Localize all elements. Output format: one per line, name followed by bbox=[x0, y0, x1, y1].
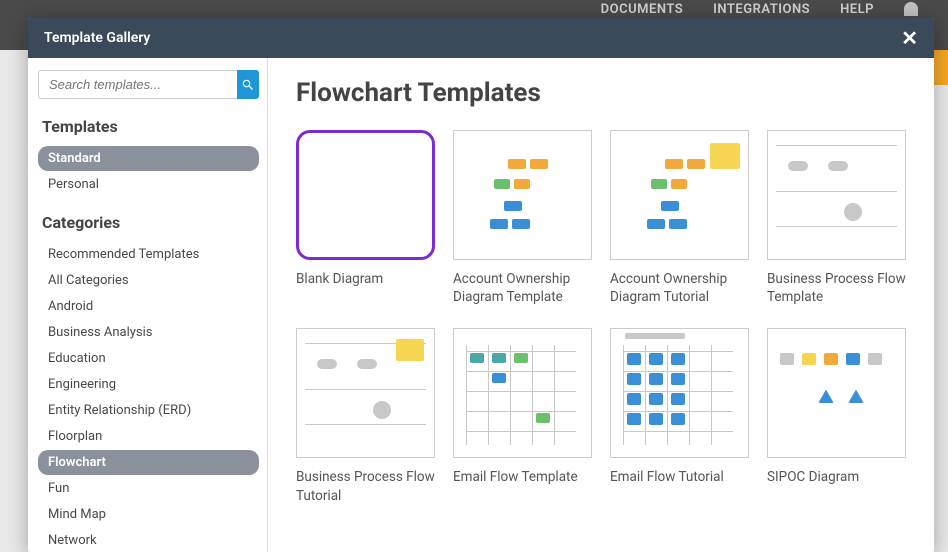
templates-heading: Templates bbox=[42, 117, 259, 136]
template-thumbnail bbox=[296, 130, 435, 260]
template-thumbnail bbox=[767, 130, 906, 260]
category-business-analysis[interactable]: Business Analysis bbox=[38, 320, 259, 345]
modal-title: Template Gallery bbox=[44, 30, 150, 46]
category-list: Recommended TemplatesAll CategoriesAndro… bbox=[38, 242, 259, 552]
categories-heading: Categories bbox=[42, 213, 259, 232]
template-gallery-modal: Template Gallery ✕ Templates StandardPer… bbox=[28, 18, 934, 552]
category-fun[interactable]: Fun bbox=[38, 476, 259, 501]
template-label: Email Flow Template bbox=[453, 468, 592, 486]
template-card-sipoc-diagram[interactable]: SIPOC Diagram bbox=[767, 328, 906, 504]
template-thumbnail bbox=[453, 328, 592, 458]
modal-header: Template Gallery ✕ bbox=[28, 18, 934, 58]
template-label: Blank Diagram bbox=[296, 270, 435, 288]
modal-body: Templates StandardPersonal Categories Re… bbox=[28, 58, 934, 552]
template-type-list: StandardPersonal bbox=[38, 146, 259, 197]
search-button[interactable] bbox=[237, 70, 259, 99]
category-android[interactable]: Android bbox=[38, 294, 259, 319]
close-icon[interactable]: ✕ bbox=[901, 28, 918, 48]
app-nav: DOCUMENTS INTEGRATIONS HELP bbox=[601, 0, 918, 18]
template-card-account-ownership-diagram-template[interactable]: Account Ownership Diagram Template bbox=[453, 130, 592, 306]
template-thumbnail bbox=[767, 328, 906, 458]
category-entity-relationship-erd-[interactable]: Entity Relationship (ERD) bbox=[38, 398, 259, 423]
template-label: Email Flow Tutorial bbox=[610, 468, 749, 486]
category-education[interactable]: Education bbox=[38, 346, 259, 371]
template-card-business-process-flow-template[interactable]: Business Process Flow Template bbox=[767, 130, 906, 306]
nav-documents[interactable]: DOCUMENTS bbox=[601, 2, 684, 17]
category-recommended-templates[interactable]: Recommended Templates bbox=[38, 242, 259, 267]
template-thumbnail bbox=[296, 328, 435, 458]
template-label: SIPOC Diagram bbox=[767, 468, 906, 486]
template-grid: Blank Diagram Account Ownership Diagram T… bbox=[296, 130, 906, 505]
nav-help[interactable]: HELP bbox=[840, 2, 874, 17]
category-all-categories[interactable]: All Categories bbox=[38, 268, 259, 293]
category-engineering[interactable]: Engineering bbox=[38, 372, 259, 397]
template-label: Account Ownership Diagram Template bbox=[453, 270, 592, 306]
category-mind-map[interactable]: Mind Map bbox=[38, 502, 259, 527]
template-card-email-flow-template[interactable]: Email Flow Template bbox=[453, 328, 592, 504]
search-wrap bbox=[38, 70, 259, 99]
template-card-blank-diagram[interactable]: Blank Diagram bbox=[296, 130, 435, 306]
template-label: Business Process Flow Template bbox=[767, 270, 906, 306]
template-card-account-ownership-diagram-tutorial[interactable]: Account Ownership Diagram Tutorial bbox=[610, 130, 749, 306]
category-floorplan[interactable]: Floorplan bbox=[38, 424, 259, 449]
template-card-email-flow-tutorial[interactable]: Email Flow Tutorial bbox=[610, 328, 749, 504]
template-type-standard[interactable]: Standard bbox=[38, 146, 259, 171]
category-flowchart[interactable]: Flowchart bbox=[38, 450, 259, 475]
template-thumbnail bbox=[610, 130, 749, 260]
template-label: Business Process Flow Tutorial bbox=[296, 468, 435, 504]
template-label: Account Ownership Diagram Tutorial bbox=[610, 270, 749, 306]
search-input[interactable] bbox=[38, 70, 237, 99]
template-type-personal[interactable]: Personal bbox=[38, 172, 259, 197]
page-title: Flowchart Templates bbox=[296, 78, 906, 108]
category-network[interactable]: Network bbox=[38, 528, 259, 552]
template-card-business-process-flow-tutorial[interactable]: Business Process Flow Tutorial bbox=[296, 328, 435, 504]
sidebar: Templates StandardPersonal Categories Re… bbox=[28, 58, 268, 552]
search-icon bbox=[241, 78, 255, 92]
bell-icon[interactable] bbox=[904, 2, 918, 16]
nav-integrations[interactable]: INTEGRATIONS bbox=[713, 2, 810, 17]
main-panel: Flowchart Templates Blank Diagram Account… bbox=[268, 58, 934, 552]
template-thumbnail bbox=[453, 130, 592, 260]
template-thumbnail bbox=[610, 328, 749, 458]
